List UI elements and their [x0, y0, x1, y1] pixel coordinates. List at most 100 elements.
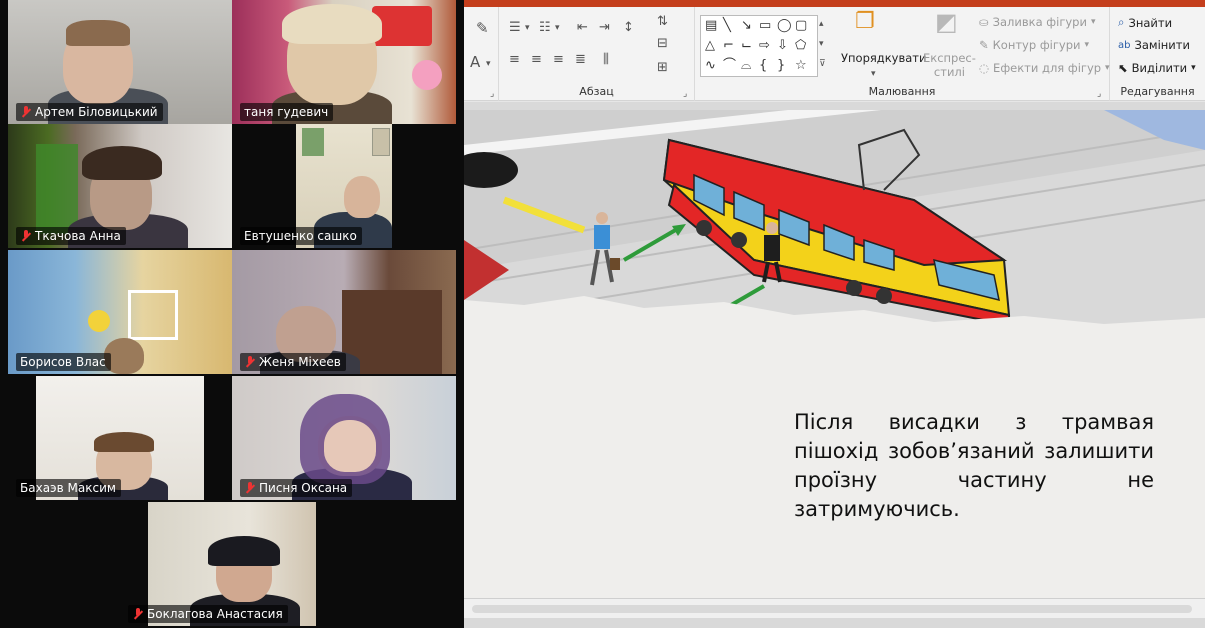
mic-muted-icon: [132, 607, 144, 621]
participant-name-label: Боклагова Анастасия: [128, 605, 288, 623]
chevron-down-icon: ▾: [1191, 63, 1196, 73]
right-brace-shape-icon[interactable]: }: [777, 59, 785, 73]
mic-muted-icon: [20, 105, 32, 119]
rectangle-shape-icon[interactable]: ▭: [759, 19, 771, 33]
replace-button[interactable]: ab Замінити: [1118, 38, 1190, 52]
video-tile[interactable]: Писня Оксана: [232, 376, 456, 500]
shape-effects-button[interactable]: ◌ Ефекти для фігур ▾: [979, 61, 1110, 75]
video-tile[interactable]: Борисов Влас: [8, 250, 232, 374]
oval-shape-icon[interactable]: ◯: [777, 19, 792, 33]
scrollbar-thumb[interactable]: [472, 605, 1192, 613]
align-center-icon[interactable]: ≡: [531, 53, 542, 67]
arc-shape-icon[interactable]: ⌒: [723, 59, 736, 73]
slide-editing-area: Після висадки з трамвая пішохід зобов’яз…: [464, 102, 1205, 628]
triangle-shape-icon[interactable]: △: [705, 39, 715, 53]
video-tile[interactable]: Бахаэв Максим: [8, 376, 232, 500]
chevron-down-icon: ▾: [1105, 63, 1110, 73]
decrease-indent-icon[interactable]: ⇤: [577, 21, 588, 35]
video-tile[interactable]: таня гудевич: [232, 0, 456, 124]
line-spacing-icon[interactable]: ↕: [623, 21, 634, 35]
dialog-launcher-icon[interactable]: ⌟: [490, 87, 494, 101]
elbow-connector-shape-icon[interactable]: ⌐: [723, 39, 734, 53]
participant-name-label: таня гудевич: [240, 103, 334, 121]
mic-muted-icon: [20, 229, 32, 243]
quick-styles-button[interactable]: Експрес-стилі: [923, 51, 976, 79]
chevron-down-icon: ▾: [1084, 40, 1089, 50]
down-arrow-shape-icon[interactable]: ⇩: [777, 39, 788, 53]
ribbon-section-label: Абзац: [579, 85, 614, 98]
participant-name-label: Писня Оксана: [240, 479, 353, 497]
mic-muted-icon: [244, 481, 256, 495]
slide[interactable]: Після висадки з трамвая пішохід зобов’яз…: [464, 110, 1205, 606]
video-tile[interactable]: Женя Міхеев: [232, 250, 456, 374]
find-button[interactable]: ⌕ Знайти: [1118, 15, 1172, 30]
shape-outline-button[interactable]: ✎ Контур фігури ▾: [979, 38, 1089, 52]
dialog-launcher-icon[interactable]: ⌟: [683, 87, 687, 101]
star-shape-icon[interactable]: ☆: [795, 59, 807, 73]
increase-indent-icon[interactable]: ⇥: [599, 21, 610, 35]
arrange-button[interactable]: Упорядкувати: [841, 51, 926, 65]
dialog-launcher-icon[interactable]: ⌟: [1097, 87, 1101, 101]
video-gallery: Артем Біловицький таня гудевич Ткачова А…: [0, 0, 464, 628]
pen-icon: ✎: [979, 38, 989, 52]
text-box-shape-icon[interactable]: ▤: [705, 19, 717, 33]
shape-fill-button[interactable]: ⛀ Заливка фігури ▾: [979, 15, 1096, 29]
align-left-icon[interactable]: ≡: [509, 53, 520, 67]
powerpoint-window: ✎ A ▾ ⌟ ☰ ▾ ☷ ▾ ⇤ ⇥ ↕ ⇅ ⊟ ⊞ ≡ ≡ ≡ ≣ ⫼ Аб…: [464, 0, 1205, 628]
curve-shape-icon[interactable]: ⌓: [741, 59, 751, 73]
chevron-down-icon[interactable]: ▾: [525, 21, 530, 35]
gallery-scroll-down-icon[interactable]: ▾: [819, 37, 824, 51]
ribbon-section-paragraph: ☰ ▾ ☷ ▾ ⇤ ⇥ ↕ ⇅ ⊟ ⊞ ≡ ≡ ≡ ≣ ⫼ Абзац ⌟: [499, 7, 695, 101]
ribbon: ✎ A ▾ ⌟ ☰ ▾ ☷ ▾ ⇤ ⇥ ↕ ⇅ ⊟ ⊞ ≡ ≡ ≡ ≣ ⫼ Аб…: [464, 7, 1205, 101]
ribbon-section-drawing: ▤ ╲ ↘ ▭ ◯ ▢ △ ⌐ ⌙ ⇨ ⇩ ⬠ ∿ ⌒ ⌓ { } ☆ ▴ ▾: [695, 7, 1110, 101]
cursor-icon: ⬉: [1118, 61, 1128, 75]
text-highlight-icon[interactable]: ✎: [476, 21, 489, 36]
connector-shape-icon[interactable]: ⌙: [741, 39, 752, 53]
video-tile[interactable]: Евтушенко сашко: [232, 124, 456, 248]
gallery-scroll-up-icon[interactable]: ▴: [819, 17, 824, 31]
ribbon-section-editing: ⌕ Знайти ab Замінити ⬉ Виділити ▾ Редагу…: [1110, 7, 1205, 101]
tram-illustration: [464, 110, 1205, 340]
ribbon-section-label: Малювання: [868, 85, 936, 98]
justify-icon[interactable]: ≣: [575, 53, 586, 67]
chevron-down-icon[interactable]: ▾: [555, 21, 560, 35]
slide-body-text[interactable]: Після висадки з трамвая пішохід зобов’яз…: [794, 408, 1154, 524]
right-arrow-shape-icon[interactable]: ⇨: [759, 39, 770, 53]
video-tile-active-speaker[interactable]: Ткачова Анна: [8, 124, 232, 248]
quick-styles-icon[interactable]: ◩: [935, 10, 958, 34]
replace-icon: ab: [1118, 39, 1131, 51]
left-brace-shape-icon[interactable]: {: [759, 59, 767, 73]
arrange-icon[interactable]: ❐: [855, 11, 875, 33]
video-tile[interactable]: Боклагова Анастасия: [120, 502, 344, 626]
title-bar-strip: [464, 0, 1205, 7]
text-direction-icon[interactable]: ⇅: [657, 15, 668, 29]
search-icon: ⌕: [1118, 15, 1125, 29]
align-right-icon[interactable]: ≡: [553, 53, 564, 67]
align-text-icon[interactable]: ⊟: [657, 37, 668, 51]
numbering-icon[interactable]: ☷: [539, 21, 551, 35]
font-color-icon[interactable]: A: [470, 55, 480, 70]
participant-name-label: Евтушенко сашко: [240, 227, 362, 245]
chevron-down-icon[interactable]: ▾: [486, 57, 491, 71]
participant-name-label: Ткачова Анна: [16, 227, 126, 245]
select-button[interactable]: ⬉ Виділити ▾: [1118, 61, 1196, 75]
participant-name-label: Женя Міхеев: [240, 353, 346, 371]
pentagon-shape-icon[interactable]: ⬠: [795, 39, 806, 53]
participant-name-label: Бахаэв Максим: [16, 479, 121, 497]
rounded-rect-shape-icon[interactable]: ▢: [795, 19, 807, 33]
video-tile[interactable]: Артем Біловицький: [8, 0, 232, 124]
arrow-line-shape-icon[interactable]: ↘: [741, 19, 752, 33]
freeform-shape-icon[interactable]: ∿: [705, 59, 716, 73]
paint-bucket-icon: ⛀: [979, 15, 989, 29]
columns-icon[interactable]: ⫼: [603, 53, 609, 67]
bullets-icon[interactable]: ☰: [509, 21, 521, 35]
gallery-more-icon[interactable]: ⊽: [819, 57, 826, 71]
participant-name-label: Артем Біловицький: [16, 103, 163, 121]
chevron-down-icon: ▾: [1090, 17, 1096, 27]
line-shape-icon[interactable]: ╲: [723, 19, 731, 33]
horizontal-scrollbar[interactable]: [464, 598, 1205, 618]
chevron-down-icon[interactable]: ▾: [871, 67, 876, 81]
smartart-icon[interactable]: ⊞: [657, 61, 668, 75]
shapes-gallery[interactable]: ▤ ╲ ↘ ▭ ◯ ▢ △ ⌐ ⌙ ⇨ ⇩ ⬠ ∿ ⌒ ⌓ { } ☆: [700, 15, 818, 77]
mic-muted-icon: [244, 355, 256, 369]
